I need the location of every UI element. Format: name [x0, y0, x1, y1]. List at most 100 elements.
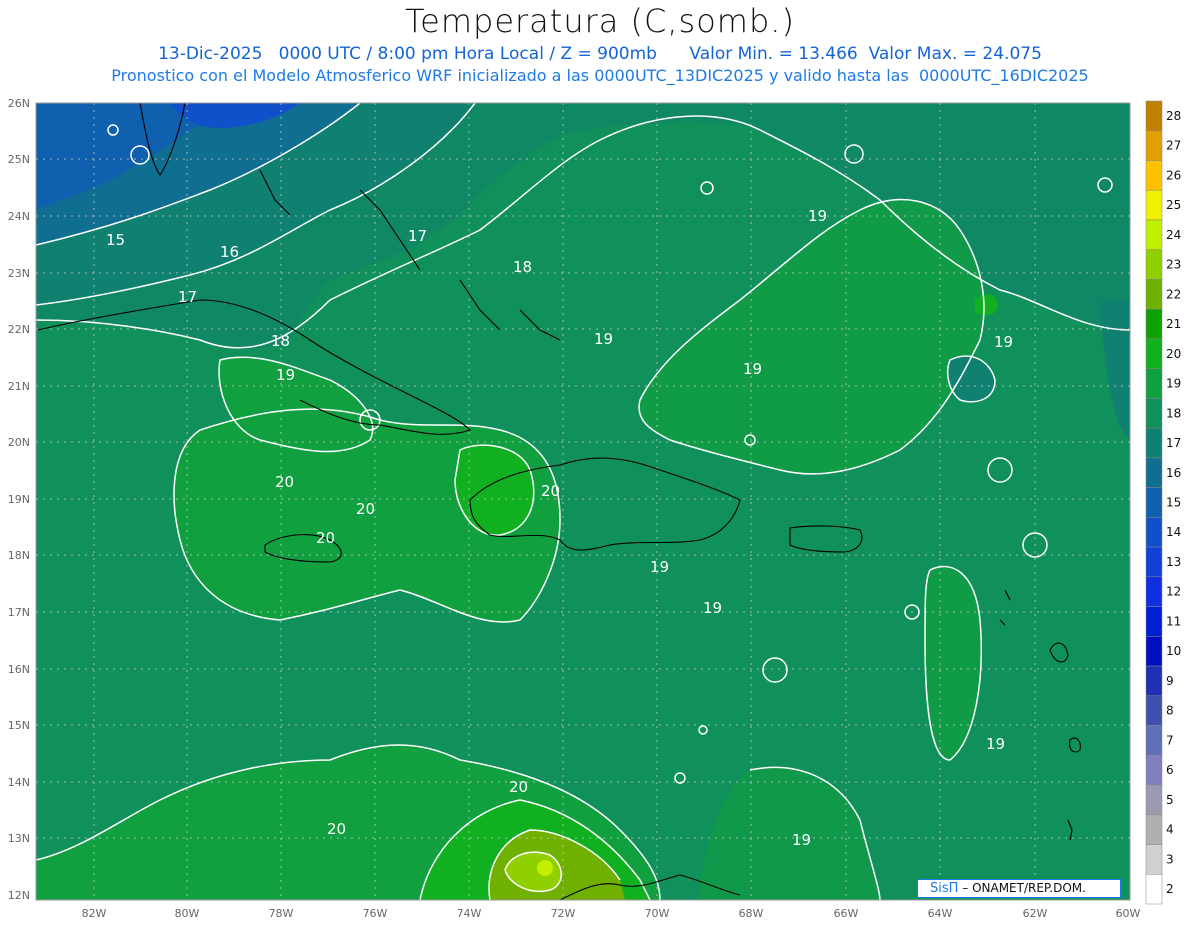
contour-label: 19	[650, 558, 669, 576]
colorbar-swatch	[1145, 457, 1163, 488]
lon-label: 62W	[1023, 907, 1048, 920]
colorbar-swatch	[1145, 368, 1163, 399]
colorbar-swatch	[1145, 784, 1163, 816]
lat-label: 12N	[8, 889, 30, 902]
colorbar-label: 18	[1166, 406, 1181, 420]
colorbar-label: 17	[1166, 436, 1181, 450]
colorbar-swatch	[1145, 695, 1163, 726]
lat-label: 22N	[8, 323, 30, 336]
contour-label: 19	[986, 735, 1005, 753]
sispi-logo: SisΠ	[930, 881, 959, 896]
contour-label: 20	[509, 778, 528, 796]
lat-label: 24N	[8, 210, 30, 223]
colorbar-swatch	[1145, 546, 1163, 578]
contour-label: 18	[513, 258, 532, 276]
colorbar-label: 20	[1166, 347, 1181, 361]
longitude-axis: 82W 80W 78W 76W 74W 72W 70W 68W 66W 64W …	[82, 907, 1141, 920]
colorbar-swatch	[1145, 636, 1163, 667]
contour-label: 19	[808, 207, 827, 225]
contour-label: 18	[271, 332, 290, 350]
colorbar-label: 14	[1166, 525, 1181, 539]
colorbar-swatch	[1145, 160, 1163, 191]
contour-label: 19	[276, 366, 295, 384]
credit-text: – ONAMET/REP.DOM.	[962, 881, 1086, 895]
colorbar-swatch	[1145, 487, 1163, 518]
contour-label: 16	[220, 243, 239, 261]
colorbar-label: 8	[1166, 704, 1174, 718]
credit-box: SisΠ – ONAMET/REP.DOM.	[917, 879, 1121, 898]
colorbar-label: 12	[1166, 585, 1181, 599]
lon-label: 82W	[82, 907, 107, 920]
colorbar-label: 5	[1166, 793, 1174, 807]
contour-label: 17	[408, 227, 427, 245]
lat-label: 18N	[8, 549, 30, 562]
colorbar-label: 2	[1166, 882, 1174, 896]
colorbar-label: 15	[1166, 496, 1181, 510]
colorbar-swatch	[1145, 219, 1163, 250]
lon-label: 76W	[363, 907, 388, 920]
colorbar-label: 11	[1166, 614, 1181, 628]
colorbar-label: 23	[1166, 258, 1181, 272]
contour-label: 19	[703, 599, 722, 617]
colorbar-label: 21	[1166, 317, 1181, 331]
colorbar-swatch	[1145, 814, 1163, 845]
colorbar-label: 19	[1166, 377, 1181, 391]
colorbar-swatch	[1145, 279, 1163, 310]
lon-label: 70W	[645, 907, 670, 920]
lat-label: 19N	[8, 493, 30, 506]
colorbar-label: 3	[1166, 852, 1174, 866]
lat-label: 15N	[8, 719, 30, 732]
contour-label: 19	[994, 333, 1013, 351]
colorbar-swatch	[1145, 427, 1163, 459]
colorbar-label: 25	[1166, 198, 1181, 212]
temperature-map: 15 16 17 17 18 18 19 19 19 19 19 19 19 1…	[8, 97, 1182, 920]
colorbar-swatch	[1145, 517, 1163, 548]
colorbar-swatch	[1145, 755, 1163, 786]
colorbar-label: 6	[1166, 763, 1174, 777]
lon-label: 78W	[269, 907, 294, 920]
lat-label: 26N	[8, 97, 30, 110]
lat-label: 23N	[8, 267, 30, 280]
colorbar-label: 13	[1166, 555, 1181, 569]
colorbar-label: 9	[1166, 674, 1174, 688]
colorbar-label: 10	[1166, 644, 1181, 658]
contour-label: 19	[792, 831, 811, 849]
lat-label: 25N	[8, 153, 30, 166]
lat-label: 17N	[8, 606, 30, 619]
colorbar-swatch	[1145, 606, 1163, 637]
lat-label: 13N	[8, 832, 30, 845]
colorbar-swatch	[1145, 130, 1163, 161]
lat-label: 14N	[8, 776, 30, 789]
contour-label: 19	[594, 330, 613, 348]
lat-label: 21N	[8, 380, 30, 393]
colorbar-label: 16	[1166, 466, 1181, 480]
contour-label: 19	[743, 360, 762, 378]
lon-label: 68W	[739, 907, 764, 920]
colorbar-label: 26	[1166, 168, 1181, 182]
colorbar-swatch	[1145, 874, 1163, 905]
colorbar-swatch	[1145, 249, 1163, 280]
colorbar-swatch	[1145, 844, 1163, 875]
colorbar-label: 4	[1166, 823, 1174, 837]
colorbar-label: 7	[1166, 733, 1174, 747]
colorbar-swatch	[1145, 308, 1163, 340]
contour-label: 20	[356, 500, 375, 518]
contour-label: 15	[106, 231, 125, 249]
colorbar-swatch	[1145, 665, 1163, 697]
colorbar-swatch	[1145, 189, 1163, 221]
lon-label: 80W	[175, 907, 200, 920]
colorbar-swatch	[1145, 725, 1163, 756]
latitude-axis: 26N 25N 24N 23N 22N 21N 20N 19N 18N 17N …	[8, 97, 30, 902]
contour-label: 17	[178, 288, 197, 306]
color-scale-bar: 2827262524232221201918171615141312111098…	[1145, 100, 1181, 905]
contour-label: 20	[275, 473, 294, 491]
lon-label: 64W	[928, 907, 953, 920]
colorbar-label: 28	[1166, 109, 1181, 123]
lon-label: 74W	[457, 907, 482, 920]
lat-label: 20N	[8, 436, 30, 449]
lon-label: 66W	[834, 907, 859, 920]
contour-label: 20	[327, 820, 346, 838]
contour-label: 20	[541, 482, 560, 500]
colorbar-label: 24	[1166, 228, 1181, 242]
colorbar-swatch	[1145, 338, 1163, 369]
